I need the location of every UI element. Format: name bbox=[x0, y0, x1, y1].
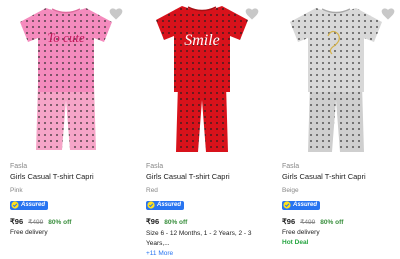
product-title[interactable]: Girls Casual T-shirt Capri bbox=[282, 172, 400, 182]
wishlist-heart-icon[interactable] bbox=[244, 6, 260, 22]
available-sizes: Size 6 - 12 Months, 1 - 2 Years, 2 - 3 Y… bbox=[146, 229, 264, 249]
product-brand: Fasla bbox=[146, 163, 164, 170]
product-discount: 80% off bbox=[48, 219, 72, 226]
product-image[interactable]: Smile bbox=[136, 0, 264, 158]
product-card[interactable]: Smile Fasla Girls Casual T-shirt Capri R… bbox=[136, 0, 264, 257]
product-card[interactable]: To cute Fasla Girls Casual T-shirt Capri… bbox=[0, 0, 128, 245]
product-title[interactable]: Girls Casual T-shirt Capri bbox=[146, 172, 264, 182]
product-brand: Fasla bbox=[10, 163, 28, 170]
product-image-svg bbox=[272, 0, 400, 158]
price-row: ₹96 ₹499 80% off bbox=[10, 216, 128, 227]
assured-badge: Assured bbox=[10, 200, 49, 210]
product-variant: Red bbox=[146, 187, 158, 194]
product-discount: 80% off bbox=[164, 219, 188, 226]
product-variant: Pink bbox=[10, 187, 23, 194]
wishlist-heart-icon[interactable] bbox=[380, 6, 396, 22]
product-price: ₹96 bbox=[146, 217, 160, 226]
product-price: ₹96 bbox=[10, 217, 24, 226]
product-variant: Beige bbox=[282, 187, 299, 194]
product-price: ₹96 bbox=[282, 217, 296, 226]
price-row: ₹96 80% off bbox=[146, 216, 264, 227]
product-image-svg: To cute bbox=[0, 0, 128, 158]
assured-label: Assured bbox=[21, 202, 46, 208]
product-mrp: ₹499 bbox=[28, 219, 44, 226]
product-image-svg: Smile bbox=[136, 0, 264, 158]
assured-check-icon bbox=[283, 201, 291, 209]
product-image[interactable] bbox=[272, 0, 400, 158]
product-discount: 80% off bbox=[320, 219, 344, 226]
product-title[interactable]: Girls Casual T-shirt Capri bbox=[10, 172, 128, 182]
shirt-graphic-text: Smile bbox=[184, 32, 220, 49]
product-info: Fasla Girls Casual T-shirt Capri Red Ass… bbox=[146, 162, 264, 259]
product-info: Fasla Girls Casual T-shirt Capri Pink As… bbox=[10, 162, 128, 238]
product-info: Fasla Girls Casual T-shirt Capri Beige A… bbox=[282, 162, 400, 248]
assured-label: Assured bbox=[157, 202, 182, 208]
assured-badge: Assured bbox=[146, 200, 185, 210]
delivery-info: Free delivery bbox=[10, 229, 48, 236]
wishlist-heart-icon[interactable] bbox=[108, 6, 124, 22]
product-image[interactable]: To cute bbox=[0, 0, 128, 158]
assured-check-icon bbox=[147, 201, 155, 209]
hot-deal-badge: Hot Deal bbox=[282, 239, 309, 246]
price-row: ₹96 ₹499 80% off bbox=[282, 216, 400, 227]
assured-check-icon bbox=[11, 201, 19, 209]
assured-label: Assured bbox=[293, 202, 318, 208]
more-sizes-link[interactable]: +11 More bbox=[146, 250, 173, 257]
shirt-graphic-text: To cute bbox=[47, 30, 85, 45]
sizes-text: Size 6 - 12 Months, 1 - 2 Years, 2 - 3 Y… bbox=[146, 230, 252, 247]
delivery-info: Free delivery bbox=[282, 229, 320, 236]
product-card[interactable]: Fasla Girls Casual T-shirt Capri Beige A… bbox=[272, 0, 400, 248]
assured-badge: Assured bbox=[282, 200, 321, 210]
product-brand: Fasla bbox=[282, 163, 300, 170]
product-mrp: ₹499 bbox=[300, 219, 316, 226]
